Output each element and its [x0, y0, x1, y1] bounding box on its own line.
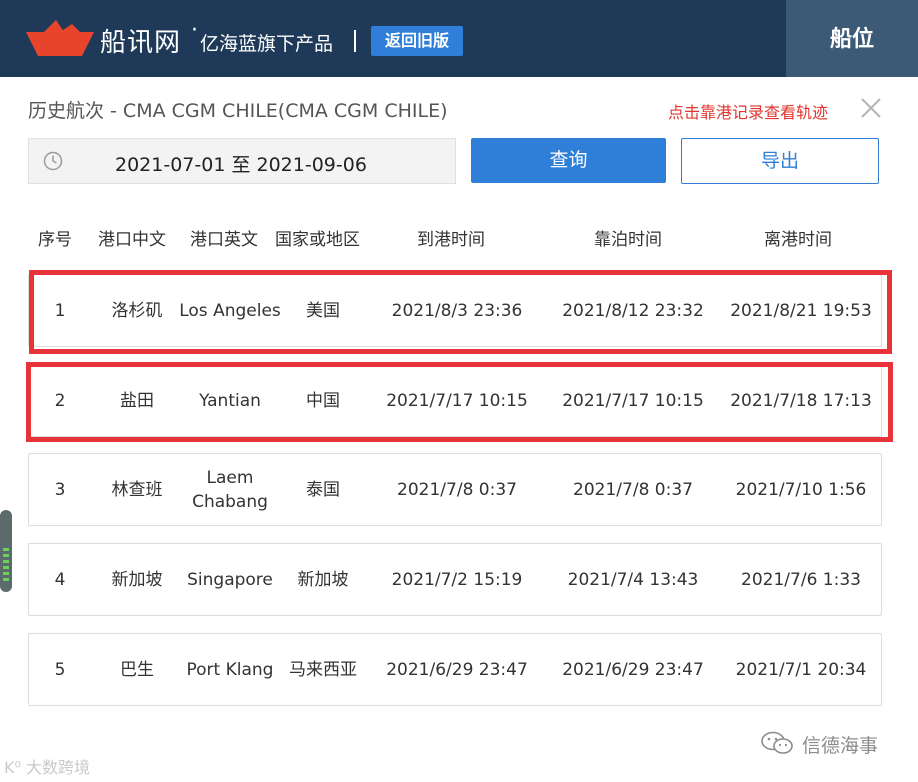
table-row[interactable]: 1 洛杉矶 Los Angeles 美国 2021/8/3 23:36 2021… — [28, 274, 882, 347]
cell-departure: 2021/7/18 17:13 — [730, 390, 872, 411]
cell-port-cn: 新加坡 — [111, 569, 163, 590]
cell-port-en: Los Angeles — [179, 300, 281, 321]
date-range-value: 2021-07-01 至 2021-09-06 — [115, 154, 367, 176]
cell-arrival: 2021/8/3 23:36 — [391, 300, 523, 321]
cell-departure: 2021/7/6 1:33 — [741, 569, 861, 590]
query-button[interactable]: 查询 — [471, 138, 666, 183]
page-title: 历史航次 - CMA CGM CHILE(CMA CGM CHILE) — [28, 100, 448, 122]
clock-icon — [43, 151, 63, 171]
close-icon[interactable] — [860, 97, 882, 119]
cell-no: 5 — [54, 659, 66, 680]
cell-arrival: 2021/7/8 0:37 — [397, 479, 517, 500]
brand-name[interactable]: 船讯网 — [100, 22, 181, 59]
cell-berth: 2021/8/12 23:32 — [562, 300, 704, 321]
old-version-button[interactable]: 返回旧版 — [371, 26, 463, 56]
cell-berth: 2021/6/29 23:47 — [562, 659, 704, 680]
cell-country: 中国 — [306, 390, 340, 411]
cell-port-en: Yantian — [199, 390, 261, 411]
cell-berth: 2021/7/8 0:37 — [573, 479, 693, 500]
cell-country: 美国 — [306, 300, 340, 321]
cell-departure: 2021/7/10 1:56 — [735, 479, 867, 500]
table-row[interactable]: 4 新加坡 Singapore 新加坡 2021/7/2 15:19 2021/… — [28, 543, 882, 616]
cell-country: 新加坡 — [297, 569, 349, 590]
date-range-input[interactable]: 2021-07-01 至 2021-09-06 — [28, 138, 456, 184]
cell-no: 1 — [54, 300, 66, 321]
export-button[interactable]: 导出 — [681, 138, 879, 184]
cell-no: 4 — [54, 569, 66, 590]
cell-port-en: Port Klang — [186, 659, 274, 680]
wechat-icon — [761, 731, 793, 754]
th-country: 国家或地区 — [275, 230, 360, 250]
brand-tagline: 亿海蓝旗下产品 — [200, 33, 334, 55]
cell-arrival: 2021/7/2 15:19 — [391, 569, 523, 590]
cell-no: 2 — [54, 390, 66, 411]
th-departure: 离港时间 — [764, 230, 832, 250]
th-arrival: 到港时间 — [417, 230, 485, 250]
top-bar: 船讯网 · 亿海蓝旗下产品 返回旧版 船位 — [0, 0, 918, 77]
watermark-right: 信德海事 — [802, 735, 879, 757]
cell-country: 泰国 — [306, 479, 340, 500]
table-row[interactable]: 3 林查班 Laem Chabang 泰国 2021/7/8 0:37 2021… — [28, 453, 882, 526]
cell-port-cn: 林查班 — [111, 479, 163, 500]
table-row[interactable]: 5 巴生 Port Klang 马来西亚 2021/6/29 23:47 202… — [28, 633, 882, 706]
cell-country: 马来西亚 — [289, 659, 357, 680]
boat-logo-icon[interactable] — [26, 16, 94, 58]
cell-berth: 2021/7/17 10:15 — [562, 390, 704, 411]
brand-dot: · — [191, 18, 198, 43]
cell-port-en: Singapore — [187, 569, 273, 590]
header-divider — [354, 30, 356, 52]
table-row[interactable]: 2 盐田 Yantian 中国 2021/7/17 10:15 2021/7/1… — [28, 364, 882, 437]
cell-departure: 2021/7/1 20:34 — [735, 659, 867, 680]
watermark-left: K⁰ 大数跨境 — [4, 758, 90, 777]
cell-arrival: 2021/7/17 10:15 — [386, 390, 528, 411]
table-header: 序号 港口中文 港口英文 国家或地区 到港时间 靠泊时间 离港时间 — [0, 225, 918, 251]
scrollbar-handle[interactable] — [0, 510, 12, 592]
cell-departure: 2021/8/21 19:53 — [730, 300, 872, 321]
cell-port-cn: 洛杉矶 — [111, 300, 163, 321]
cell-port-en: Laem Chabang — [192, 467, 268, 512]
th-port-cn: 港口中文 — [98, 230, 166, 250]
th-port-en: 港口英文 — [190, 230, 258, 250]
cell-arrival: 2021/6/29 23:47 — [386, 659, 528, 680]
th-berth: 靠泊时间 — [594, 230, 662, 250]
cell-port-cn: 巴生 — [120, 659, 154, 680]
cell-port-cn: 盐田 — [120, 390, 154, 411]
cell-no: 3 — [54, 479, 66, 500]
th-no: 序号 — [38, 230, 72, 250]
track-hint-link[interactable]: 点击靠港记录查看轨迹 — [668, 99, 828, 123]
tab-ship-position[interactable]: 船位 — [786, 0, 918, 77]
cell-berth: 2021/7/4 13:43 — [567, 569, 699, 590]
